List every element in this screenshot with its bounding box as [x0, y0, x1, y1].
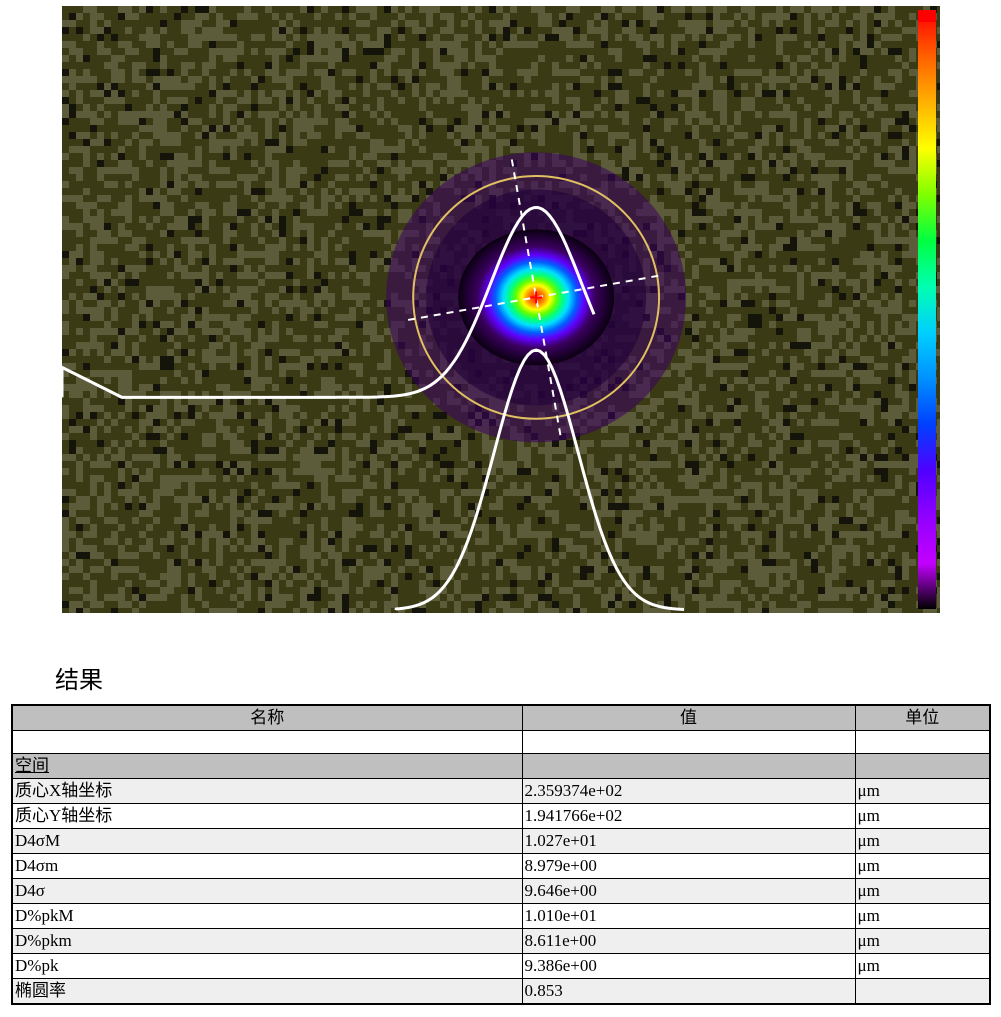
cell-name: 质心Y轴坐标	[12, 804, 522, 829]
cell-name: D4σm	[12, 854, 522, 879]
table-row: D%pk9.386e+00μm	[12, 954, 990, 979]
cell-unit: μm	[855, 929, 990, 954]
cell-name: D%pkM	[12, 904, 522, 929]
table-row: 质心Y轴坐标1.941766e+02μm	[12, 804, 990, 829]
cell-unit: μm	[855, 879, 990, 904]
table-row: 质心X轴坐标2.359374e+02μm	[12, 779, 990, 804]
cell-unit: μm	[855, 854, 990, 879]
beam-profile-plot	[62, 6, 940, 613]
table-row: D4σm8.979e+00μm	[12, 854, 990, 879]
table-section-row: 空间	[12, 754, 990, 779]
table-header-row: 名称 值 单位	[12, 705, 990, 731]
cell-name: 椭圆率	[12, 979, 522, 1005]
cell-value: 9.386e+00	[522, 954, 855, 979]
cell-value: 1.027e+01	[522, 829, 855, 854]
cell-value: 1.010e+01	[522, 904, 855, 929]
cell-value: 0.853	[522, 979, 855, 1005]
cell-unit: μm	[855, 904, 990, 929]
col-header-name: 名称	[12, 705, 522, 731]
cell-unit: μm	[855, 829, 990, 854]
results-table: 名称 值 单位 空间 质心X轴坐标2.359374e+02μm质心Y轴坐标1.9…	[11, 704, 991, 1005]
col-header-value: 值	[522, 705, 855, 731]
cell-value: 2.359374e+02	[522, 779, 855, 804]
table-row: D4σ9.646e+00μm	[12, 879, 990, 904]
table-row: D4σM1.027e+01μm	[12, 829, 990, 854]
cell-value: 8.611e+00	[522, 929, 855, 954]
cell-name: D%pk	[12, 954, 522, 979]
cell-value: 1.941766e+02	[522, 804, 855, 829]
section-label: 空间	[12, 754, 522, 779]
cell-value: 9.646e+00	[522, 879, 855, 904]
beam-profile-svg	[62, 6, 940, 613]
cell-value: 8.979e+00	[522, 854, 855, 879]
table-spacer-row	[12, 731, 990, 754]
cell-unit: μm	[855, 954, 990, 979]
cell-name: 质心X轴坐标	[12, 779, 522, 804]
col-header-unit: 单位	[855, 705, 990, 731]
results-title: 结果	[55, 660, 103, 695]
cell-name: D4σM	[12, 829, 522, 854]
cell-unit: μm	[855, 804, 990, 829]
cell-unit: μm	[855, 779, 990, 804]
cell-name: D4σ	[12, 879, 522, 904]
table-row: D%pkm8.611e+00μm	[12, 929, 990, 954]
table-row: 椭圆率0.853	[12, 979, 990, 1005]
cell-unit	[855, 979, 990, 1005]
cell-name: D%pkm	[12, 929, 522, 954]
table-row: D%pkM1.010e+01μm	[12, 904, 990, 929]
